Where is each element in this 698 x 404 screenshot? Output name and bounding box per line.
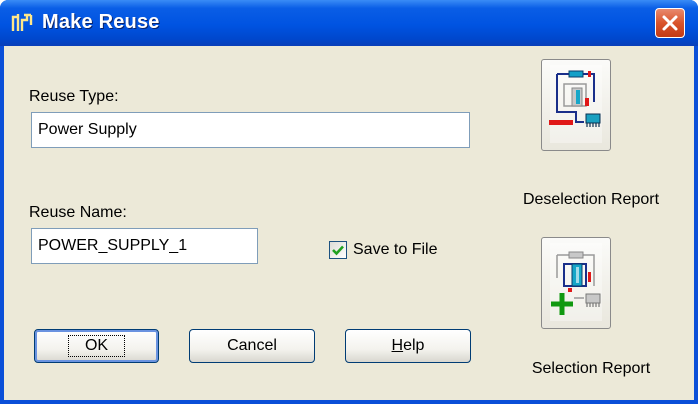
ok-button[interactable]: OK bbox=[34, 329, 159, 363]
save-to-file-label: Save to File bbox=[353, 241, 438, 258]
ok-button-label: OK bbox=[67, 335, 126, 357]
selection-report-label: Selection Report bbox=[531, 360, 651, 377]
help-button-label: Help bbox=[391, 337, 425, 354]
cancel-button-label: Cancel bbox=[227, 337, 277, 354]
close-button[interactable] bbox=[655, 8, 685, 38]
make-reuse-dialog: Make Reuse Reuse Type: Reuse Name: Save … bbox=[0, 0, 698, 404]
reuse-type-input[interactable] bbox=[31, 112, 470, 148]
title-bar[interactable]: Make Reuse bbox=[0, 0, 698, 46]
reuse-name-label: Reuse Name: bbox=[29, 204, 127, 221]
help-button[interactable]: Help bbox=[345, 329, 471, 363]
reuse-name-input[interactable] bbox=[31, 228, 258, 264]
save-to-file-checkbox[interactable] bbox=[329, 241, 347, 259]
deselection-report-button[interactable] bbox=[541, 59, 611, 151]
window-title: Make Reuse bbox=[42, 11, 160, 33]
deselection-report-label: Deselection Report bbox=[522, 191, 660, 208]
reuse-type-label: Reuse Type: bbox=[29, 88, 119, 105]
selection-report-button[interactable] bbox=[541, 237, 611, 329]
dialog-body: Reuse Type: Reuse Name: Save to File OK … bbox=[4, 46, 694, 400]
deselection-report-icon bbox=[549, 65, 602, 143]
reuse-app-icon bbox=[11, 13, 33, 31]
checkmark-icon bbox=[332, 245, 344, 256]
selection-report-icon bbox=[550, 243, 602, 321]
cancel-button[interactable]: Cancel bbox=[189, 329, 315, 363]
close-icon bbox=[662, 15, 678, 31]
